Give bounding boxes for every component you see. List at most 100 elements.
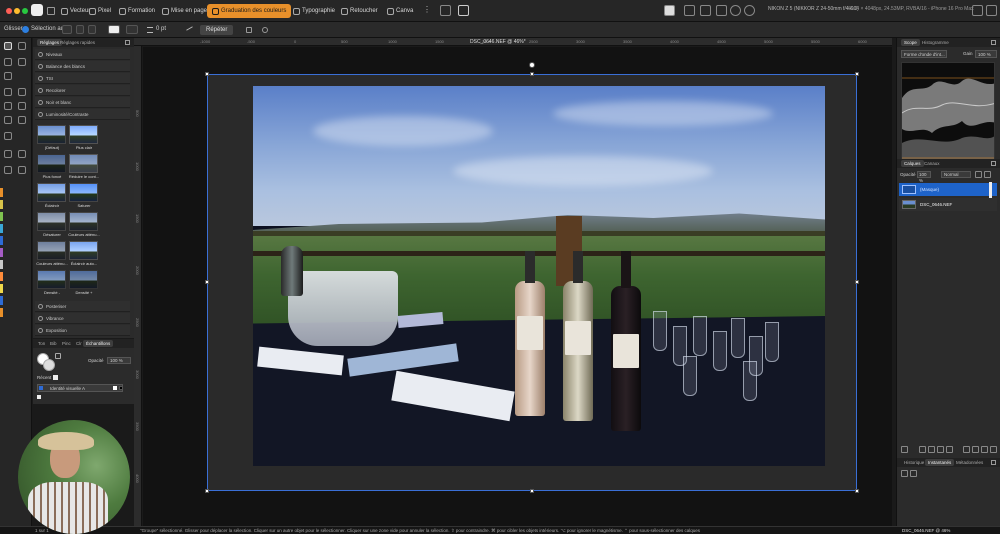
tab-histogram[interactable]: Histogramme <box>919 39 952 46</box>
stroke-swatch[interactable] <box>126 25 138 34</box>
swatch-yellow[interactable] <box>0 200 3 209</box>
adjustment-exposure[interactable]: Exposition <box>35 325 130 336</box>
vertical-ruler[interactable] <box>134 46 142 526</box>
split-view-icon[interactable] <box>744 5 755 16</box>
select-tool-icon[interactable] <box>4 58 12 66</box>
selection-handle[interactable] <box>530 489 534 493</box>
paint-tool-icon[interactable] <box>4 102 12 110</box>
hand-tool-icon[interactable] <box>4 166 12 174</box>
swatch-orange-3[interactable] <box>0 308 3 317</box>
gain-field[interactable]: 100 % <box>975 50 997 58</box>
adjustment-hsl[interactable]: TSI <box>35 73 130 84</box>
adjustment-layer-icon[interactable] <box>928 446 935 453</box>
studio-tab-canva[interactable]: Canva <box>382 4 418 18</box>
studio-tab-layout[interactable]: Mise en page <box>157 4 212 18</box>
studio-tab-color-grading[interactable]: Graduation des couleurs <box>207 4 292 18</box>
adjustment-white-balance[interactable]: Balance des blancs <box>35 61 130 72</box>
duplicate-icon[interactable] <box>981 446 988 453</box>
brush-tool-icon[interactable] <box>18 88 26 96</box>
adjustment-recolor[interactable]: Recolorer <box>35 85 130 96</box>
affinity-logo-icon[interactable] <box>31 4 43 16</box>
selection-handle[interactable] <box>855 489 859 493</box>
panel-menu-icon[interactable] <box>991 161 996 166</box>
node-tool-icon[interactable] <box>18 42 26 50</box>
trash-icon[interactable] <box>990 446 997 453</box>
tab-brush[interactable]: Pinc <box>59 340 74 347</box>
tab-snapshots[interactable]: Instantanés <box>925 459 955 466</box>
share-icon[interactable] <box>972 5 983 16</box>
stroke-width-value[interactable]: 0 pt <box>156 26 166 32</box>
selection-handle[interactable] <box>205 280 209 284</box>
more-menu-icon[interactable]: ⋮ <box>423 5 431 14</box>
preset-thumb-muted-2[interactable] <box>37 241 66 260</box>
studio-tab-retouch[interactable]: Retoucher <box>336 4 383 18</box>
close-window-button[interactable] <box>6 8 12 14</box>
close-document-icon[interactable] <box>458 5 469 16</box>
secondary-color[interactable] <box>43 359 55 371</box>
opacity-field[interactable]: 100 % <box>107 357 131 364</box>
layer-lock-icon[interactable] <box>984 171 991 178</box>
adjustment-posterize[interactable]: Posteriser <box>35 301 130 312</box>
group-icon[interactable] <box>946 446 953 453</box>
palette-dropdown[interactable]: Identité visuelle A <box>37 384 123 392</box>
selection-handle[interactable] <box>855 72 859 76</box>
studio-tab-pixel[interactable]: Pixel <box>84 4 116 18</box>
selection-handle[interactable] <box>855 280 859 284</box>
blend-mode-dropdown[interactable]: Normal <box>941 171 971 178</box>
shape-tool-icon[interactable] <box>4 132 12 140</box>
scope-type-dropdown[interactable]: Forme d'onde d'int... <box>901 50 947 58</box>
move-tool-icon[interactable] <box>4 42 12 50</box>
palette-swatch-light[interactable] <box>37 395 41 399</box>
adjustment-black-white[interactable]: Noir et blanc <box>35 97 130 108</box>
panel-menu-icon[interactable] <box>125 40 130 45</box>
live-filter-icon[interactable] <box>937 446 944 453</box>
selection-handle[interactable] <box>530 72 534 76</box>
pen-tool-icon[interactable] <box>4 88 12 96</box>
layer-options-icon[interactable] <box>975 171 982 178</box>
add-snapshot-icon[interactable] <box>901 470 908 477</box>
layer-opacity-field[interactable]: 100 % <box>917 171 931 183</box>
palette-swatch-black[interactable] <box>119 386 123 390</box>
selection-handle[interactable] <box>205 72 209 76</box>
swatch-blue-2[interactable] <box>0 296 3 305</box>
line-icon[interactable] <box>186 26 193 31</box>
settings-gear-icon[interactable] <box>262 27 268 33</box>
photo-image[interactable] <box>253 86 825 466</box>
preset-thumb-brighten[interactable] <box>37 183 66 202</box>
persona-switch-icon[interactable] <box>440 5 451 16</box>
minimize-window-button[interactable] <box>14 8 20 14</box>
swatch-orange-2[interactable] <box>0 272 3 281</box>
palette-swatch-white[interactable] <box>113 386 117 390</box>
swatch-green[interactable] <box>0 212 3 221</box>
studio-tab-typography[interactable]: Typographie <box>288 4 340 18</box>
studio-tab-formation[interactable]: Formation <box>114 4 160 18</box>
lasso-tool-icon[interactable] <box>18 58 26 66</box>
preset-thumb-desaturate[interactable] <box>37 212 66 231</box>
selection-handle[interactable] <box>205 489 209 493</box>
swatch-blue[interactable] <box>0 236 3 245</box>
adjustment-brightness-contrast[interactable]: Luminosité/Contraste <box>35 109 130 120</box>
zoom-window-button[interactable] <box>22 8 28 14</box>
options-icon[interactable] <box>246 27 252 33</box>
view-mode-icon[interactable] <box>664 5 675 16</box>
transform-icon[interactable] <box>76 25 84 34</box>
add-mask-icon[interactable] <box>919 446 926 453</box>
tab-library[interactable]: Bib <box>47 340 60 347</box>
panel-menu-icon[interactable] <box>991 40 996 45</box>
tab-channels[interactable]: Canaux <box>921 160 943 167</box>
clone-tool-icon[interactable] <box>18 102 26 110</box>
snapping-icon[interactable] <box>684 5 695 16</box>
zoom-tool-icon[interactable] <box>18 166 26 174</box>
select-mode-dropdown[interactable] <box>62 25 72 34</box>
stroke-style-icon[interactable] <box>147 27 153 33</box>
tab-swatches[interactable]: Échantillons <box>83 340 114 347</box>
restore-snapshot-icon[interactable] <box>910 470 917 477</box>
preset-thumb-default[interactable] <box>37 125 66 144</box>
marquee-tool-icon[interactable] <box>4 72 12 80</box>
tab-scope[interactable]: Scope <box>901 39 920 46</box>
preset-thumb-density-plus[interactable] <box>69 270 98 289</box>
repeat-button[interactable]: Répéter <box>200 25 234 35</box>
tab-history[interactable]: Historique <box>901 459 927 466</box>
swatch-yellow-2[interactable] <box>0 284 3 293</box>
preset-thumb-darker[interactable] <box>37 154 66 173</box>
